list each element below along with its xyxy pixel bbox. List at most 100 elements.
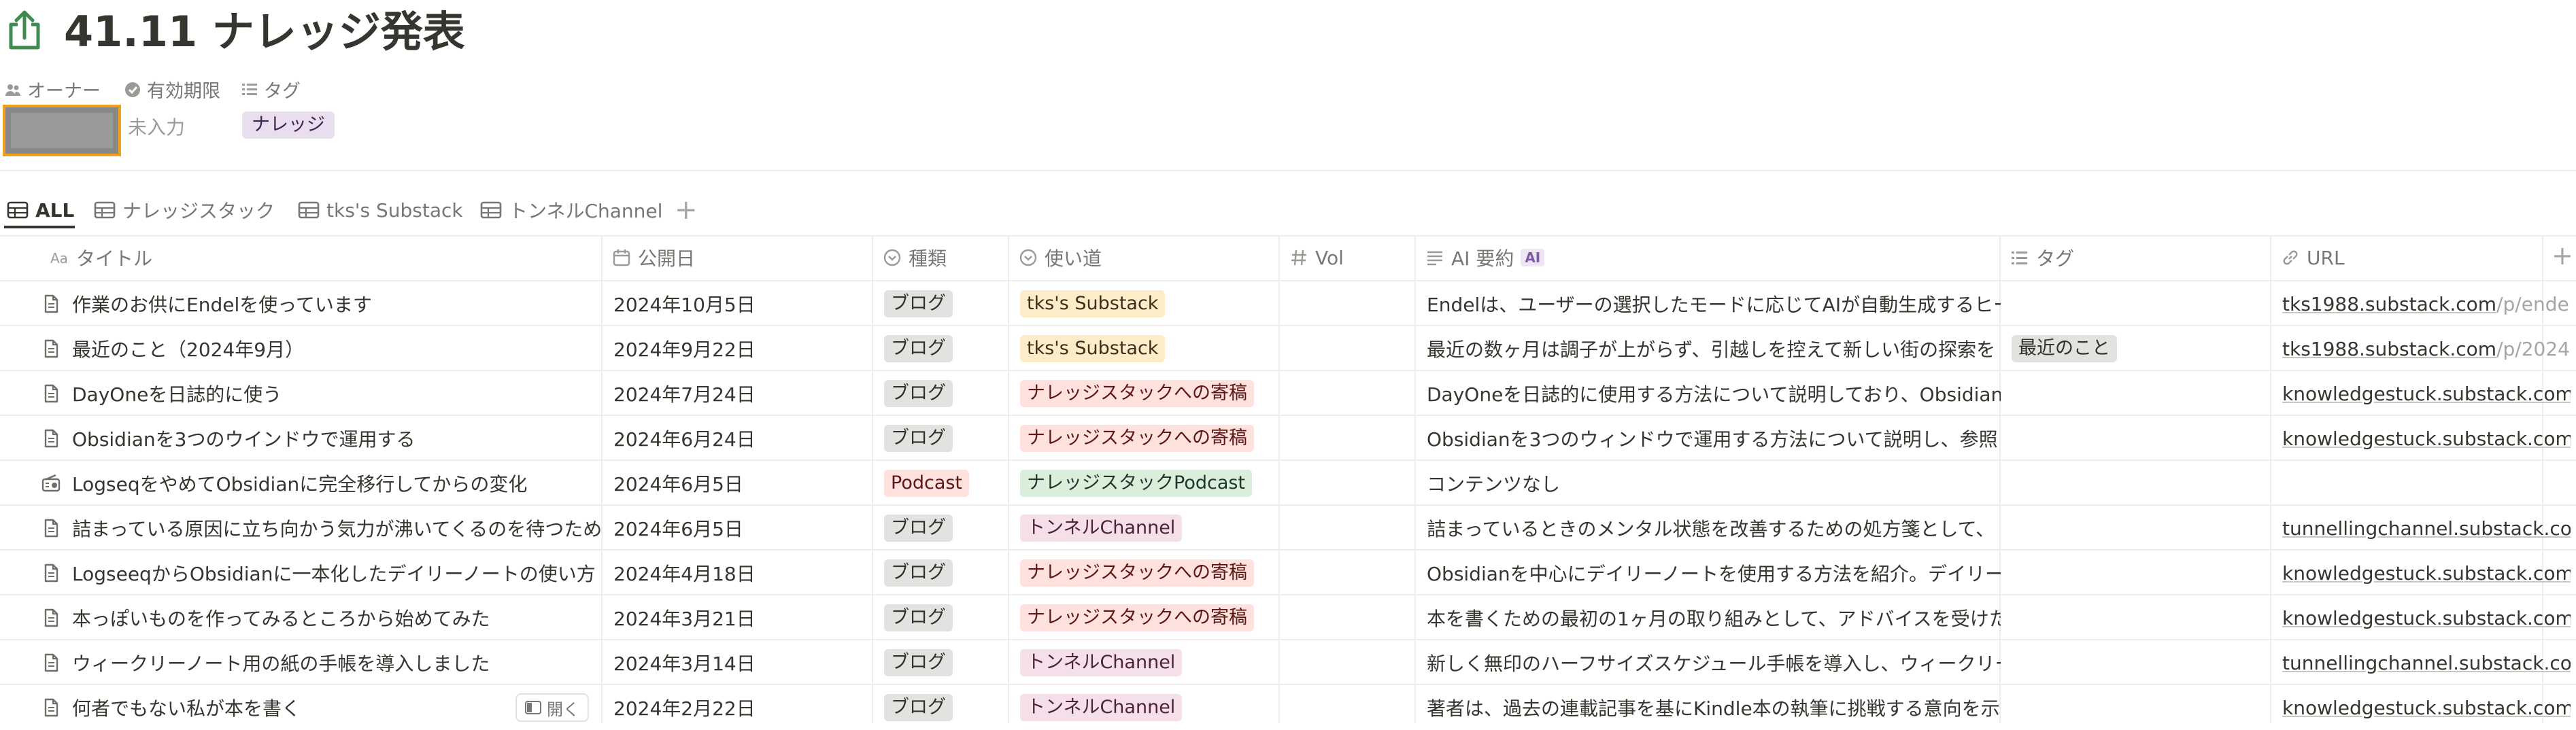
cell-vol[interactable]: [1280, 640, 1416, 685]
owner-value-avatar[interactable]: [3, 105, 121, 156]
cell-usage[interactable]: トンネルChannel: [1009, 640, 1280, 685]
cell-date[interactable]: 2024年9月22日: [603, 326, 873, 371]
table-row[interactable]: 何者でもない私が本を書く 2024年2月22日 ブログ トンネルChannel 著者は、…: [0, 685, 2576, 730]
column-header-date[interactable]: 公開日: [603, 235, 873, 280]
cell-title[interactable]: ウィークリーノート用の紙の手帳を導入しました: [41, 640, 603, 685]
open-page-button[interactable]: 開く: [515, 693, 589, 722]
cell-title[interactable]: 最近のこと（2024年9月）: [41, 326, 603, 371]
cell-usage[interactable]: トンネルChannel: [1009, 506, 1280, 551]
cell-usage[interactable]: tks's Substack: [1009, 326, 1280, 371]
cell-type[interactable]: ブログ: [873, 371, 1009, 416]
cell-vol[interactable]: [1280, 371, 1416, 416]
cell-tag[interactable]: [2001, 595, 2271, 640]
cell-title[interactable]: 詰まっている原因に立ち向かう気力が沸いてくるのを待つため: [41, 506, 603, 551]
add-column-button[interactable]: +: [2552, 241, 2573, 271]
tab-tks-substack[interactable]: tks's Substack: [298, 193, 463, 227]
cell-ai-summary[interactable]: 著者は、過去の連載記事を基にKindle本の執筆に挑戦する意向を示: [1416, 685, 2001, 730]
cell-title[interactable]: 本っぽいものを作ってみるところから始めてみた: [41, 595, 603, 640]
cell-tag[interactable]: [2001, 461, 2271, 506]
cell-tag[interactable]: [2001, 371, 2271, 416]
url-link[interactable]: knowledgestuck.substack.com: [2282, 428, 2571, 450]
cell-ai-summary[interactable]: 新しく無印のハーフサイズスケジュール手帳を導入し、ウィークリー: [1416, 640, 2001, 685]
column-header-tag[interactable]: タグ: [2001, 235, 2271, 280]
cell-title[interactable]: Obsidianを3つのウインドウで運用する: [41, 416, 603, 461]
cell-date[interactable]: 2024年2月22日: [603, 685, 873, 730]
cell-tag[interactable]: [2001, 551, 2271, 595]
cell-vol[interactable]: [1280, 326, 1416, 371]
cell-type[interactable]: ブログ: [873, 595, 1009, 640]
cell-tag[interactable]: [2001, 281, 2271, 326]
cell-url[interactable]: [2271, 461, 2571, 506]
property-owner[interactable]: オーナー: [4, 76, 101, 103]
tab-all[interactable]: ALL: [7, 193, 74, 227]
url-link[interactable]: knowledgestuck.substack.com: [2282, 607, 2571, 629]
cell-date[interactable]: 2024年10月5日: [603, 281, 873, 326]
column-header-vol[interactable]: Vol: [1280, 235, 1416, 280]
cell-type[interactable]: ブログ: [873, 685, 1009, 730]
table-row[interactable]: Obsidianを3つのウインドウで運用する 2024年6月24日 ブログ ナレッジス…: [0, 416, 2576, 461]
url-link[interactable]: tunnellingchannel.substack.com: [2282, 652, 2571, 674]
cell-type[interactable]: ブログ: [873, 281, 1009, 326]
cell-type[interactable]: ブログ: [873, 416, 1009, 461]
table-row[interactable]: 詰まっている原因に立ち向かう気力が沸いてくるのを待つため 2024年6月5日 ブログ…: [0, 506, 2576, 551]
cell-type[interactable]: Podcast: [873, 461, 1009, 506]
cell-title[interactable]: DayOneを日誌的に使う: [41, 371, 603, 416]
cell-tag[interactable]: [2001, 685, 2271, 730]
cell-url[interactable]: tunnellingchannel.substack.com: [2271, 640, 2571, 685]
table-row[interactable]: 作業のお供にEndelを使っています 2024年10月5日 ブログ tks's Sub…: [0, 281, 2576, 326]
table-row[interactable]: ウィークリーノート用の紙の手帳を導入しました 2024年3月14日 ブログ トンネルC…: [0, 640, 2576, 685]
add-view-button[interactable]: +: [675, 193, 698, 227]
column-header-ai-summary[interactable]: AI 要約 AI: [1416, 235, 2001, 280]
table-row[interactable]: LogseeqからObsidianに一本化したデイリーノートの使い方 2024年4…: [0, 551, 2576, 595]
url-link[interactable]: tks1988.substack.com: [2282, 338, 2496, 360]
cell-tag[interactable]: [2001, 416, 2271, 461]
cell-date[interactable]: 2024年6月5日: [603, 461, 873, 506]
tab-tunnel-channel[interactable]: トンネルChannel: [480, 193, 662, 227]
table-row[interactable]: 本っぽいものを作ってみるところから始めてみた 2024年3月21日 ブログ ナレッジス…: [0, 595, 2576, 640]
cell-date[interactable]: 2024年3月21日: [603, 595, 873, 640]
cell-type[interactable]: ブログ: [873, 640, 1009, 685]
cell-url[interactable]: knowledgestuck.substack.com: [2271, 371, 2571, 416]
cell-usage[interactable]: ナレッジスタックへの寄稿: [1009, 371, 1280, 416]
column-header-usage[interactable]: 使い道: [1009, 235, 1280, 280]
cell-vol[interactable]: [1280, 551, 1416, 595]
url-link[interactable]: knowledgestuck.substack.com: [2282, 562, 2571, 585]
cell-ai-summary[interactable]: Obsidianを3つのウィンドウで運用する方法について説明し、参照: [1416, 416, 2001, 461]
cell-date[interactable]: 2024年6月5日: [603, 506, 873, 551]
cell-type[interactable]: ブログ: [873, 506, 1009, 551]
cell-tag[interactable]: [2001, 506, 2271, 551]
cell-vol[interactable]: [1280, 506, 1416, 551]
cell-ai-summary[interactable]: 最近の数ヶ月は調子が上がらず、引越しを控えて新しい街の探索を: [1416, 326, 2001, 371]
cell-url[interactable]: tks1988.substack.com/p/2024: [2271, 326, 2571, 371]
table-row[interactable]: DayOneを日誌的に使う 2024年7月24日 ブログ ナレッジスタックへの寄稿 Da…: [0, 371, 2576, 416]
url-link[interactable]: knowledgestuck.substack.com: [2282, 383, 2571, 405]
cell-ai-summary[interactable]: Obsidianを中心にデイリーノートを使用する方法を紹介。デイリー: [1416, 551, 2001, 595]
cell-title[interactable]: LogseqをやめてObsidianに完全移行してからの変化: [41, 461, 603, 506]
cell-usage[interactable]: tks's Substack: [1009, 281, 1280, 326]
cell-usage[interactable]: ナレッジスタックへの寄稿: [1009, 595, 1280, 640]
cell-date[interactable]: 2024年3月14日: [603, 640, 873, 685]
cell-vol[interactable]: [1280, 416, 1416, 461]
cell-date[interactable]: 2024年7月24日: [603, 371, 873, 416]
cell-url[interactable]: knowledgestuck.substack.com: [2271, 416, 2571, 461]
cell-url[interactable]: knowledgestuck.substack.com: [2271, 595, 2571, 640]
table-row[interactable]: 最近のこと（2024年9月） 2024年9月22日 ブログ tks's Substac…: [0, 326, 2576, 371]
property-expiry[interactable]: 有効期限: [124, 76, 220, 103]
cell-type[interactable]: ブログ: [873, 326, 1009, 371]
cell-ai-summary[interactable]: DayOneを日誌的に使用する方法について説明しており、Obsidian: [1416, 371, 2001, 416]
column-header-title[interactable]: Aa タイトル: [41, 235, 603, 280]
cell-ai-summary[interactable]: 詰まっているときのメンタル状態を改善するための処方箋として、: [1416, 506, 2001, 551]
cell-url[interactable]: knowledgestuck.substack.com: [2271, 685, 2571, 730]
url-link[interactable]: tunnellingchannel.substack.com: [2282, 517, 2571, 540]
tab-knowledge-stack[interactable]: ナレッジスタック: [94, 193, 275, 227]
cell-vol[interactable]: [1280, 461, 1416, 506]
cell-usage[interactable]: トンネルChannel: [1009, 685, 1280, 730]
cell-title[interactable]: LogseeqからObsidianに一本化したデイリーノートの使い方: [41, 551, 603, 595]
cell-title[interactable]: 作業のお供にEndelを使っています: [41, 281, 603, 326]
cell-tag[interactable]: [2001, 640, 2271, 685]
cell-ai-summary[interactable]: 本を書くための最初の1ヶ月の取り組みとして、アドバイスを受けた: [1416, 595, 2001, 640]
cell-date[interactable]: 2024年4月18日: [603, 551, 873, 595]
expiry-value-empty[interactable]: 未入力: [128, 113, 185, 140]
cell-ai-summary[interactable]: Endelは、ユーザーの選択したモードに応じてAIが自動生成するヒー: [1416, 281, 2001, 326]
cell-date[interactable]: 2024年6月24日: [603, 416, 873, 461]
